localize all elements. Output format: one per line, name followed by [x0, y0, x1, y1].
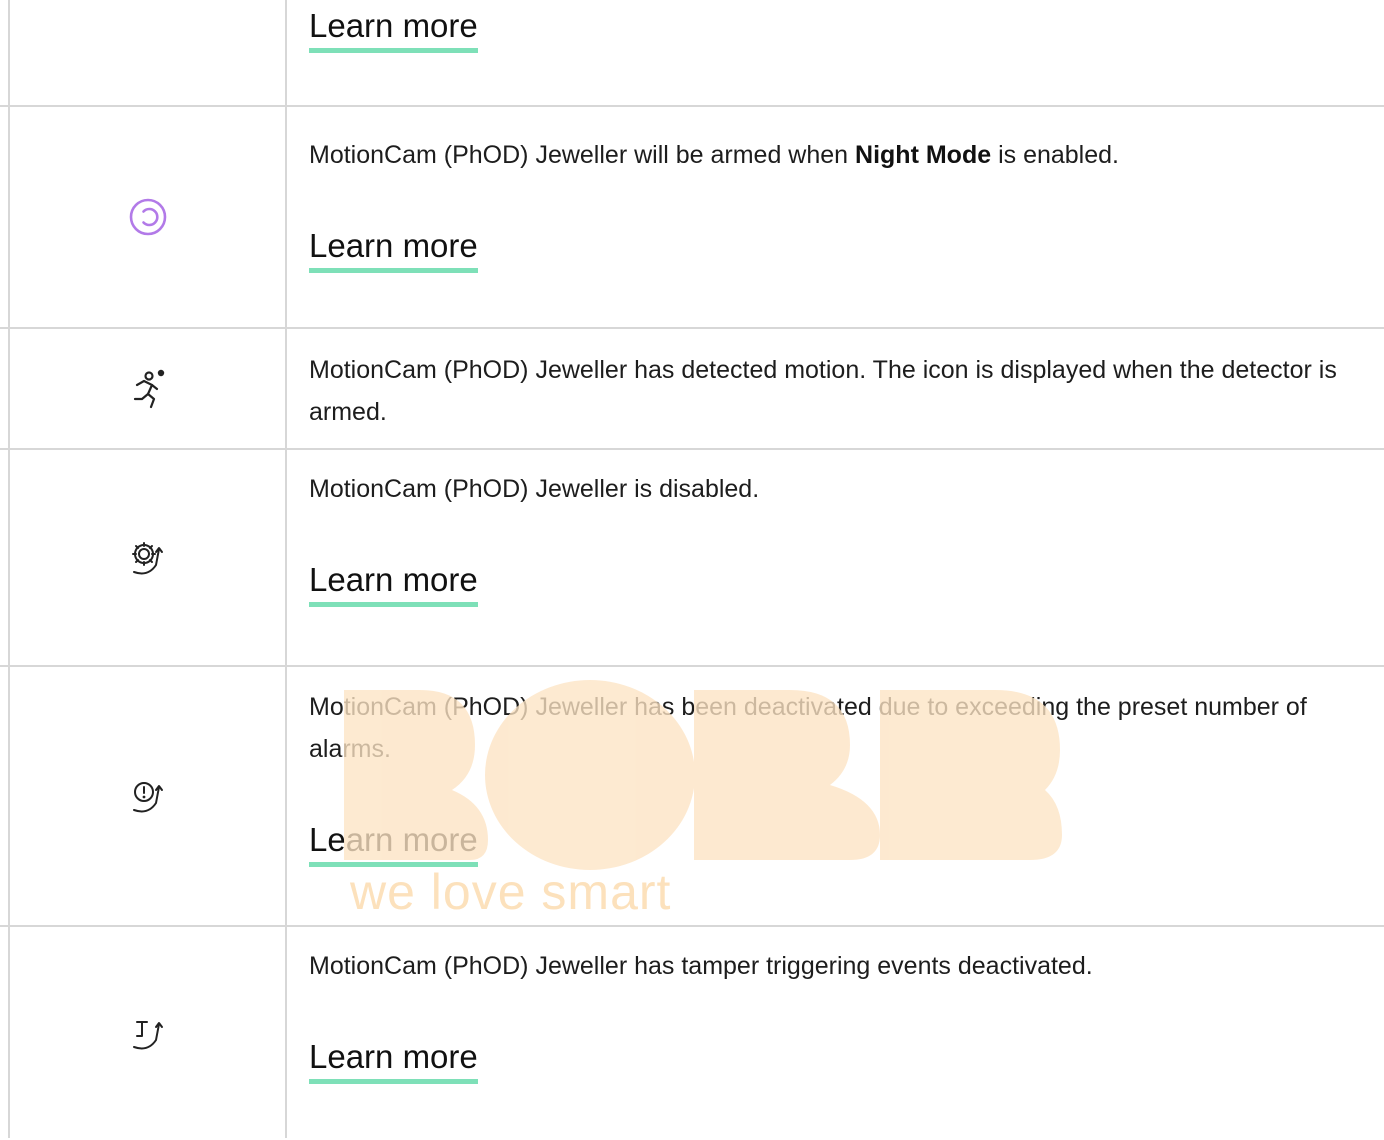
learn-more-link[interactable]: Learn more — [309, 6, 478, 53]
table-row: Learn more — [0, 0, 1384, 105]
tamper-deactivated-icon — [133, 1020, 163, 1049]
learn-more-link[interactable]: Learn more — [309, 820, 478, 867]
night-mode-term: Night Mode — [855, 141, 992, 169]
row-description: MotionCam (PhOD) Jeweller is disabled. — [309, 475, 760, 503]
description-text: is enabled. — [991, 141, 1119, 169]
table-row: MotionCam (PhOD) Jeweller has tamper tri… — [0, 925, 1384, 1140]
table-row: MotionCam (PhOD) Jeweller has detected m… — [0, 327, 1384, 450]
icon-cell — [10, 107, 286, 327]
motion-detected-icon — [133, 369, 165, 408]
night-mode-icon — [129, 198, 167, 236]
icon-cell — [10, 667, 286, 927]
learn-more-link[interactable]: Learn more — [309, 560, 478, 607]
icon-cell — [10, 450, 286, 667]
alarm-deactivated-icon — [133, 782, 163, 813]
icon-cell — [10, 927, 286, 1140]
device-disabled-icon — [132, 541, 163, 574]
table-row: MotionCam (PhOD) Jeweller is disabled. L… — [0, 448, 1384, 667]
table-row: MotionCam (PhOD) Jeweller will be armed … — [0, 105, 1384, 327]
row-description: MotionCam (PhOD) Jeweller has tamper tri… — [309, 952, 1093, 980]
row-description: MotionCam (PhOD) Jeweller has detected m… — [309, 356, 1337, 426]
icon-cell — [10, 329, 286, 450]
learn-more-link[interactable]: Learn more — [309, 1037, 478, 1084]
learn-more-link[interactable]: Learn more — [309, 226, 478, 273]
row-description: MotionCam (PhOD) Jeweller will be armed … — [309, 134, 1349, 176]
status-icons-table: Learn more MotionCam (PhOD) Jeweller wil… — [0, 0, 1384, 1138]
row-description: MotionCam (PhOD) Jeweller has been deact… — [309, 693, 1307, 763]
table-row: MotionCam (PhOD) Jeweller has been deact… — [0, 665, 1384, 927]
description-text: MotionCam (PhOD) Jeweller will be armed … — [309, 141, 856, 169]
